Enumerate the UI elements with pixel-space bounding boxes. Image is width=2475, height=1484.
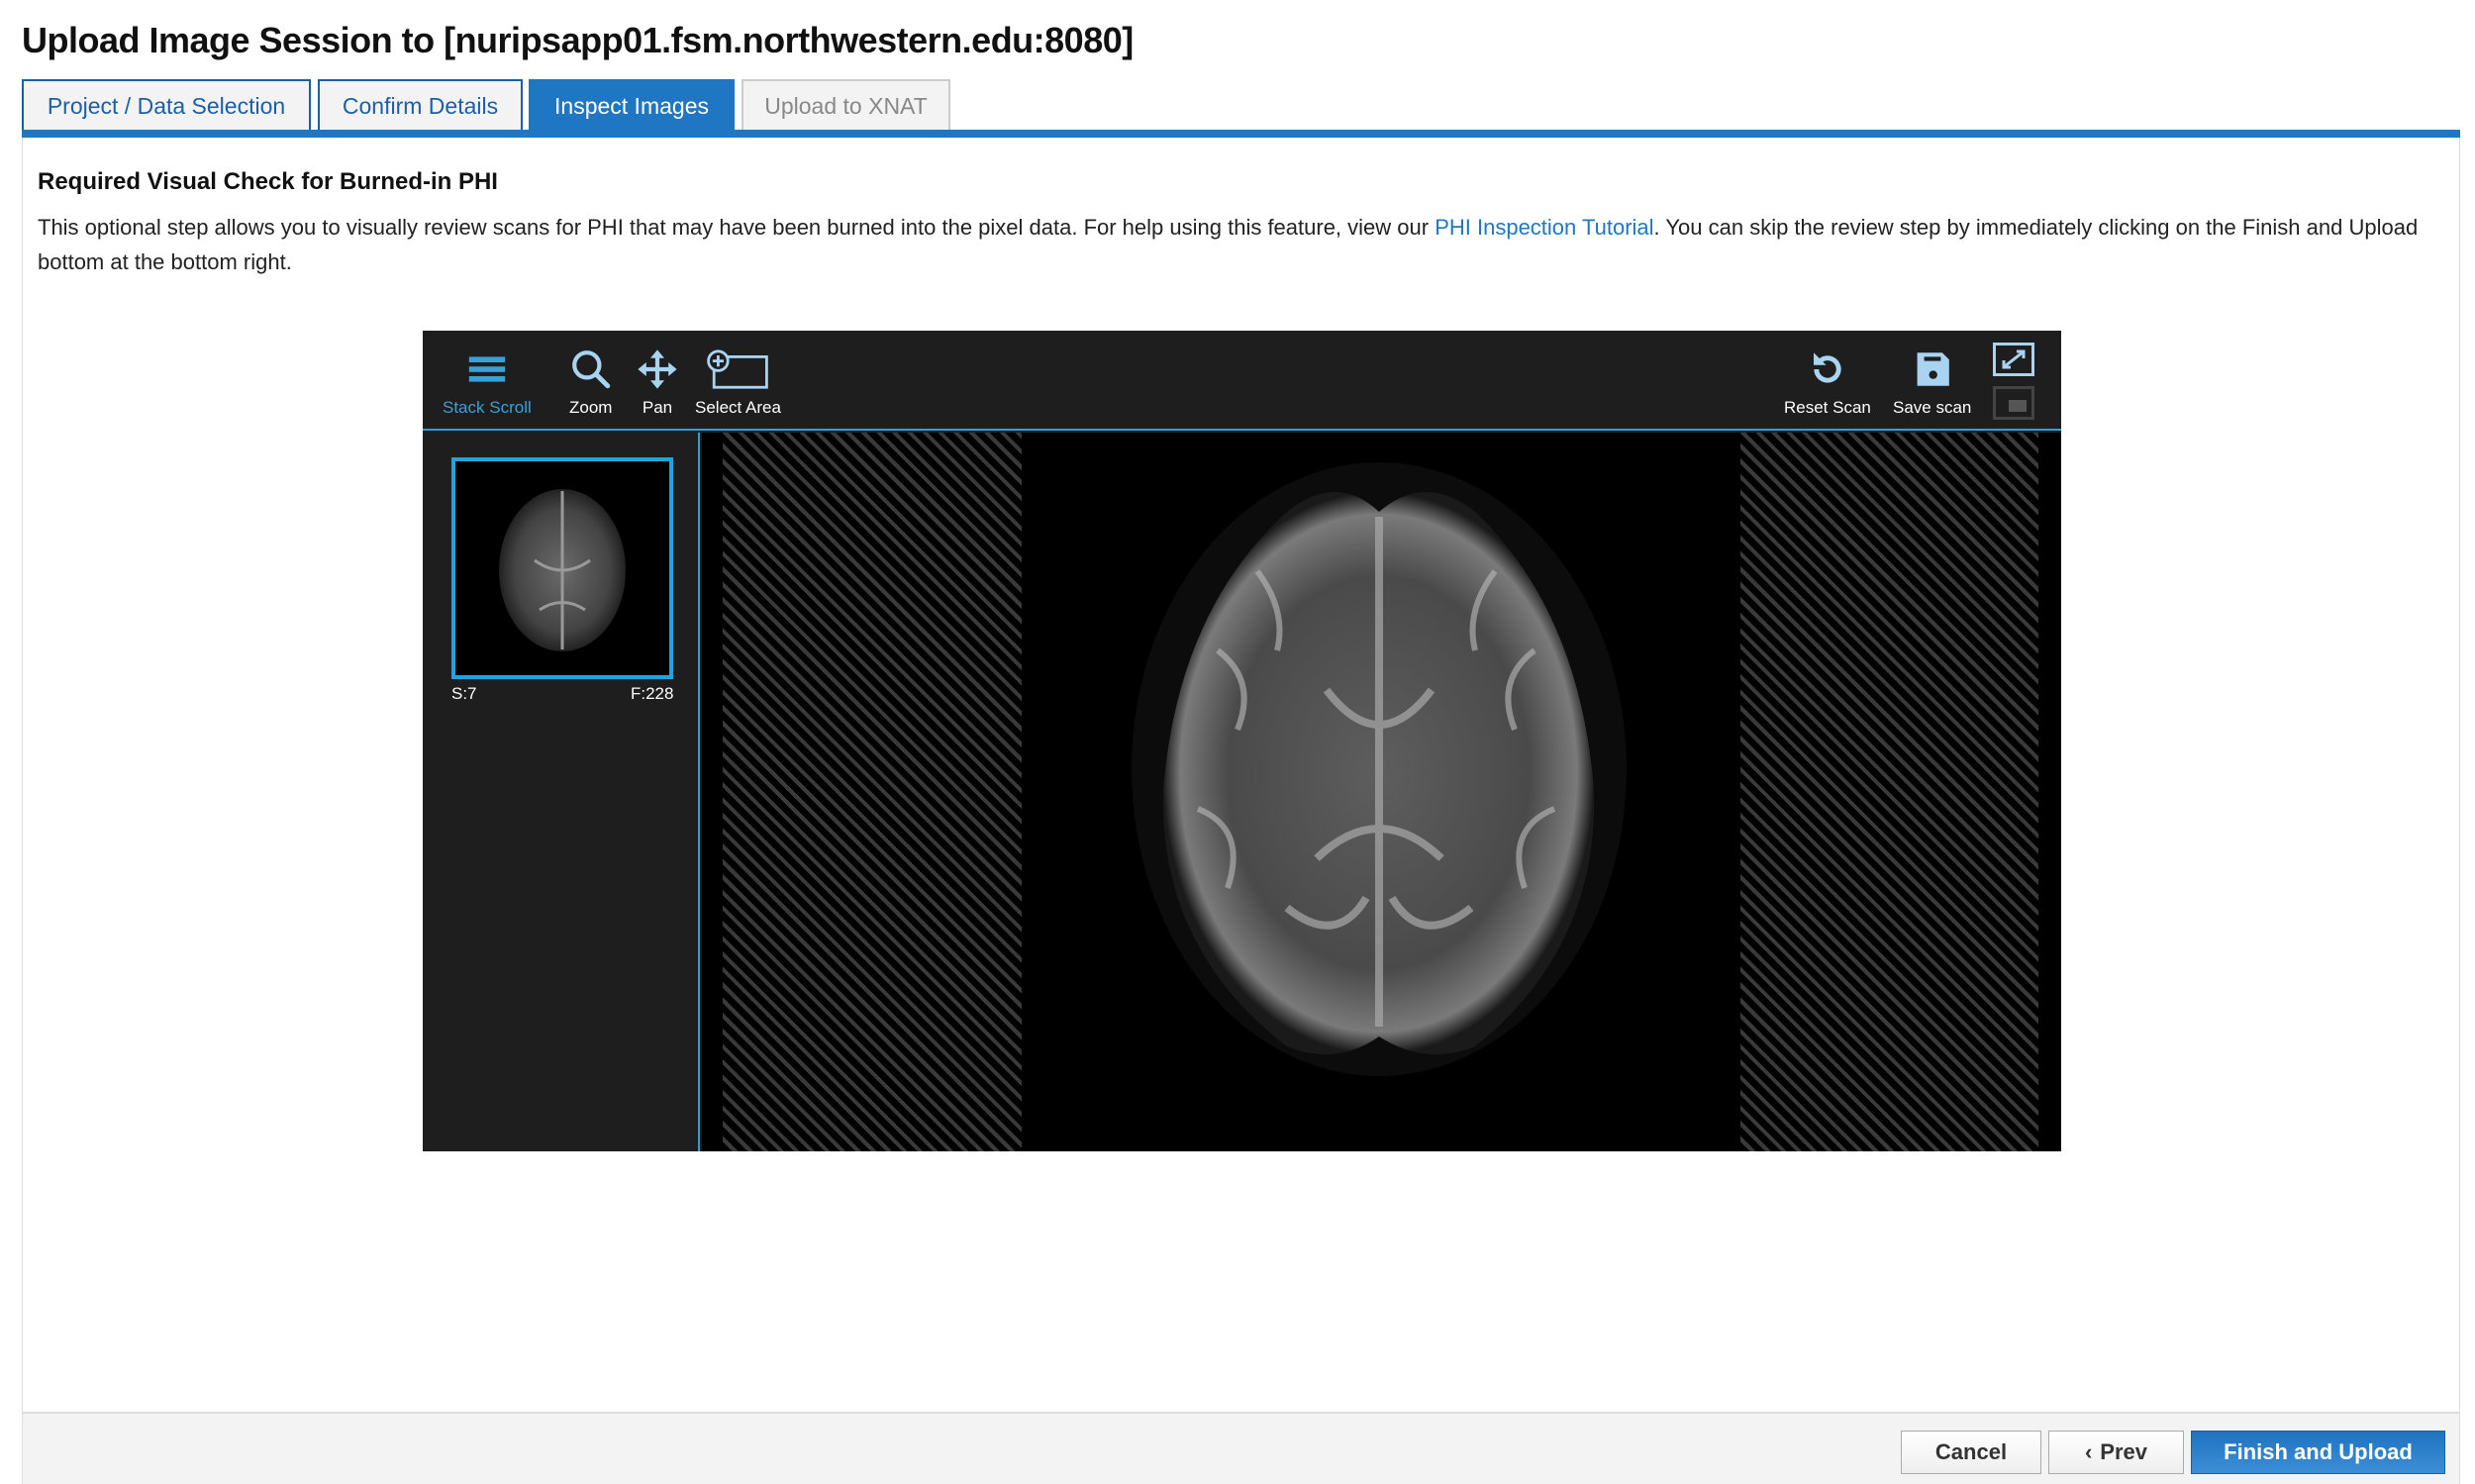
viewer-toolbar: Stack Scroll Zoom Pan Select Area Reset … — [423, 331, 2061, 431]
padding-hatch-right — [1740, 433, 2038, 1151]
tool-label: Stack Scroll — [443, 398, 532, 417]
pan-tool[interactable]: Pan — [637, 348, 678, 418]
expand-icon — [2002, 349, 2026, 369]
chevron-left-icon: ‹ — [2084, 1439, 2093, 1464]
tab-confirm-details[interactable]: Confirm Details — [318, 79, 523, 131]
padding-hatch-left — [723, 433, 1022, 1151]
stack-scroll-tool[interactable]: Stack Scroll — [443, 348, 532, 418]
zoom-tool[interactable]: Zoom — [569, 348, 612, 418]
phi-tutorial-link[interactable]: PHI Inspection Tutorial — [1435, 215, 1653, 240]
description-text: This optional step allows you to visuall… — [38, 215, 1436, 240]
prev-label: Prev — [2100, 1439, 2148, 1464]
tool-label: Reset Scan — [1784, 398, 1871, 417]
select-area-icon — [707, 349, 769, 389]
undo-icon — [1813, 352, 1841, 383]
thumbnail-panel: S:7 F:228 — [423, 433, 700, 1151]
cancel-button[interactable]: Cancel — [1901, 1431, 2041, 1474]
reset-scan-button[interactable]: Reset Scan — [1784, 348, 1871, 418]
image-viewport[interactable] — [702, 433, 2061, 1151]
tab-inspect-images[interactable]: Inspect Images — [529, 79, 735, 131]
brain-scan-image — [1132, 462, 1627, 1076]
frame-count-label: F:228 — [631, 684, 674, 703]
move-arrows-icon — [638, 349, 677, 389]
tool-label: Select Area — [695, 398, 781, 417]
tab-project-data-selection[interactable]: Project / Data Selection — [22, 79, 311, 131]
tab-upload-to-xnat: Upload to XNAT — [742, 79, 950, 131]
scan-thumbnail[interactable] — [451, 457, 673, 679]
section-heading: Required Visual Check for Burned-in PHI — [38, 168, 498, 195]
prev-button[interactable]: ‹ Prev — [2048, 1431, 2184, 1474]
tool-label: Zoom — [569, 398, 613, 417]
brain-thumbnail-image — [499, 489, 626, 651]
bars-icon — [468, 356, 506, 382]
series-label: S:7 — [451, 684, 477, 703]
layout-toggle-button[interactable] — [1993, 386, 2034, 420]
tool-label: Save scan — [1893, 398, 1972, 417]
save-scan-button[interactable]: Save scan — [1893, 348, 1971, 418]
magnifier-icon — [571, 350, 610, 389]
fullscreen-button[interactable] — [1993, 343, 2034, 376]
finish-and-upload-button[interactable]: Finish and Upload — [2191, 1431, 2445, 1474]
layout-icon — [2009, 400, 2027, 412]
section-description: This optional step allows you to visuall… — [38, 210, 2433, 279]
tool-label: Pan — [642, 398, 673, 417]
select-area-tool[interactable]: Select Area — [695, 348, 781, 418]
page-title: Upload Image Session to [nuripsapp01.fsm… — [22, 20, 1134, 60]
image-viewer: Stack Scroll Zoom Pan Select Area Reset … — [423, 331, 2061, 1151]
floppy-disk-icon — [1917, 352, 1949, 386]
tab-bar-underline — [22, 130, 2460, 138]
